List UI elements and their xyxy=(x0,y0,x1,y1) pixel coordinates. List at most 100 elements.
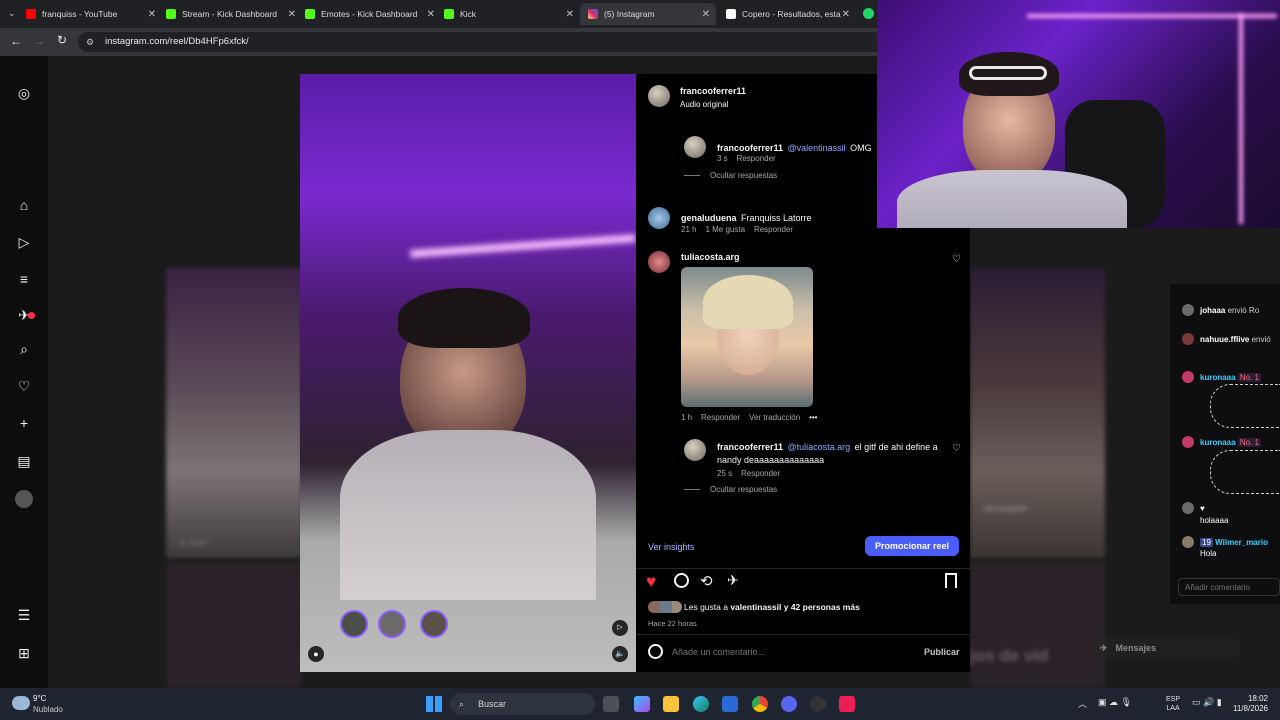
comment-username[interactable]: genaluduena xyxy=(681,213,737,223)
collab-avatar[interactable] xyxy=(378,610,406,638)
system-icons[interactable]: ▭ 🔊 ▮ xyxy=(1192,697,1222,708)
back-icon[interactable]: ← xyxy=(10,34,22,48)
comment-gif[interactable] xyxy=(681,267,813,407)
likes-count[interactable]: 1 Me gusta xyxy=(705,225,745,234)
insights-link[interactable]: Ver insights xyxy=(648,542,695,552)
profile-avatar[interactable] xyxy=(15,490,33,508)
publish-button[interactable]: Publicar xyxy=(924,647,960,657)
chat-user[interactable]: nahuue.fflive xyxy=(1200,335,1249,344)
close-icon[interactable]: ✕ xyxy=(702,9,710,20)
volume-icon[interactable]: 🔈 xyxy=(612,646,628,662)
apps-icon[interactable]: ⊞ xyxy=(15,644,33,662)
messages-pill[interactable]: ✈ Mensajes xyxy=(1090,636,1240,660)
save-icon[interactable] xyxy=(945,573,957,588)
reply-link[interactable]: Responder xyxy=(754,225,793,234)
hide-replies[interactable]: Ocultar respuestas xyxy=(684,171,777,180)
heart-icon[interactable]: ♡ xyxy=(15,377,33,395)
like-icon[interactable]: ♥ xyxy=(646,572,656,592)
comment-username[interactable]: francooferrer11 xyxy=(717,143,783,153)
chat-user[interactable]: kuronaaa xyxy=(1200,438,1236,447)
threads-icon[interactable]: ≡ xyxy=(15,270,33,288)
tiktok-icon[interactable] xyxy=(839,696,855,712)
comment-input[interactable] xyxy=(672,644,902,660)
reload-icon[interactable]: ↻ xyxy=(57,33,67,47)
close-icon[interactable]: ✕ xyxy=(566,9,574,20)
language-indicator[interactable]: ESP LAA xyxy=(1166,695,1180,713)
obs-icon[interactable] xyxy=(810,696,826,712)
comment-mention[interactable]: @valentinassil xyxy=(788,143,846,153)
emoji-icon[interactable] xyxy=(648,644,663,659)
start-icon[interactable] xyxy=(426,696,442,712)
comment-username[interactable]: francooferrer11 xyxy=(717,442,783,452)
author-avatar[interactable] xyxy=(648,85,670,107)
promote-reel-button[interactable]: Promocionar reel xyxy=(865,536,959,556)
task-view-icon[interactable] xyxy=(603,696,619,712)
comment-avatar[interactable] xyxy=(648,251,670,273)
tab-youtube[interactable]: franquiss - YouTube ✕ xyxy=(26,3,162,25)
tray-chevron-icon[interactable]: ︿ xyxy=(1078,697,1087,710)
more-options-icon[interactable]: ••• xyxy=(809,413,817,422)
copilot-icon[interactable] xyxy=(634,696,650,712)
audio-label[interactable]: Audio original xyxy=(680,100,728,109)
tab-kick-emotes[interactable]: Emotes - Kick Dashboard ✕ xyxy=(305,3,441,25)
taskbar-search[interactable]: ⌕ Buscar xyxy=(450,693,595,715)
chat-user[interactable]: kuronaaa xyxy=(1200,373,1236,382)
reply-link[interactable]: Responder xyxy=(737,154,776,163)
user-tag-icon[interactable]: ● xyxy=(308,646,324,662)
heart-icon[interactable]: ♡ xyxy=(952,443,961,454)
edge-icon[interactable] xyxy=(693,696,709,712)
post-time[interactable]: Hace 22 horas xyxy=(648,619,697,628)
tab-list-icon[interactable]: ⌄ xyxy=(8,8,20,20)
home-icon[interactable]: ⌂ xyxy=(15,196,33,214)
comment-avatar[interactable] xyxy=(684,439,706,461)
comment-avatar[interactable] xyxy=(684,136,706,158)
chrome-icon[interactable] xyxy=(752,696,768,712)
tab-instagram[interactable]: (5) Instagram ✕ xyxy=(580,3,716,25)
chat-user[interactable]: Wilmer_mario xyxy=(1215,538,1268,547)
close-icon[interactable]: ✕ xyxy=(842,9,850,20)
close-icon[interactable]: ✕ xyxy=(148,9,156,20)
dashboard-icon[interactable]: ▤ xyxy=(15,452,33,470)
close-icon[interactable]: ✕ xyxy=(288,9,296,20)
site-info-icon[interactable]: ⚙ xyxy=(86,32,94,52)
tab-kick-stream[interactable]: Stream - Kick Dashboard ✕ xyxy=(166,3,302,25)
collab-avatar[interactable] xyxy=(420,610,448,638)
translate-link[interactable]: Ver traducción xyxy=(749,413,800,422)
share-icon[interactable]: ✈ xyxy=(727,572,739,589)
tray-icons[interactable]: ▣ ☁ 🎙 xyxy=(1098,697,1132,708)
chat-user[interactable]: johaaa xyxy=(1200,306,1225,315)
menu-icon[interactable]: ☰ xyxy=(15,606,33,624)
tab-kick[interactable]: Kick ✕ xyxy=(444,3,580,25)
comment-mention[interactable]: @tuliacosta.arg xyxy=(788,442,851,452)
file-explorer-icon[interactable] xyxy=(663,696,679,712)
comment-avatar[interactable] xyxy=(648,207,670,229)
forward-icon[interactable]: → xyxy=(33,34,45,48)
chat-input[interactable] xyxy=(1178,578,1280,596)
collab-avatar[interactable] xyxy=(340,610,368,638)
reels-icon[interactable]: ▷ xyxy=(15,233,33,251)
hide-replies[interactable]: Ocultar respuestas xyxy=(684,485,777,494)
repost-icon[interactable]: ⟲ xyxy=(700,572,713,590)
speed-icon[interactable]: ▷ xyxy=(612,620,628,636)
comment-icon[interactable] xyxy=(674,573,689,588)
address-bar[interactable]: ⚙ instagram.com/reel/Db4HFp6xfck/ xyxy=(78,32,898,52)
discord-icon[interactable] xyxy=(781,696,797,712)
create-icon[interactable]: + xyxy=(15,414,33,432)
reply-link[interactable]: Responder xyxy=(701,413,740,422)
reply-link[interactable]: Responder xyxy=(741,469,780,478)
author-username[interactable]: francooferrer11 xyxy=(680,86,746,96)
heart-icon[interactable]: ♡ xyxy=(952,254,961,265)
comment-username[interactable]: tuliacosta.arg xyxy=(681,252,740,262)
search-icon[interactable]: ⌕ xyxy=(15,340,33,358)
likes-rest[interactable]: y 42 personas más xyxy=(784,602,860,612)
comment-meta: 1 h Responder Ver traducción ••• xyxy=(681,413,817,422)
instagram-logo-icon[interactable]: ◎ xyxy=(15,84,33,102)
whatsapp-tab-icon[interactable] xyxy=(863,8,874,19)
tab-copero[interactable]: Copero - Resultados, esta ✕ xyxy=(720,3,856,25)
close-icon[interactable]: ✕ xyxy=(427,9,435,20)
weather-icon[interactable] xyxy=(12,696,30,710)
store-icon[interactable] xyxy=(722,696,738,712)
likes-user[interactable]: valentinassil xyxy=(730,602,781,612)
reel-video[interactable]: ● ▷ 🔈 xyxy=(300,74,636,672)
clock[interactable]: 18:02 11/8/2026 xyxy=(1226,694,1268,714)
